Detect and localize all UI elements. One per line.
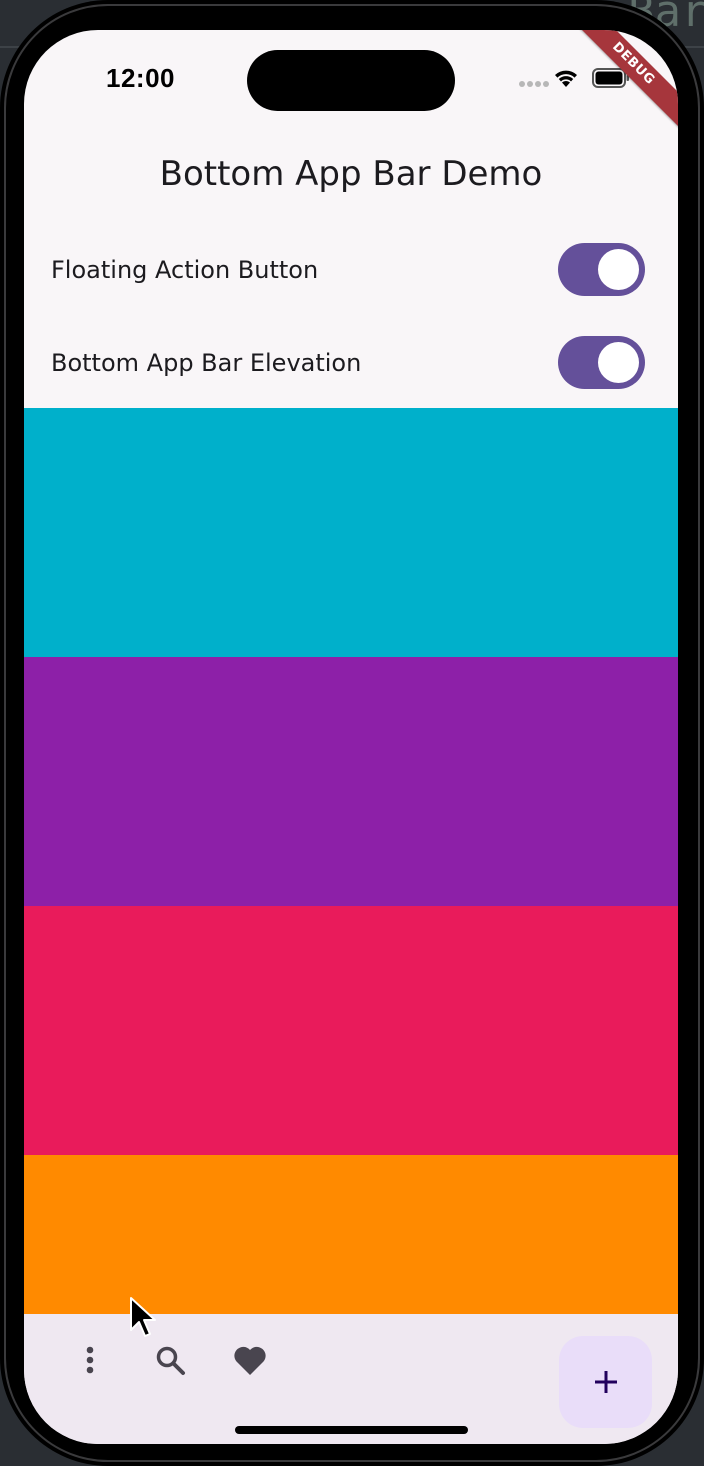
toggle-knob xyxy=(598,342,639,383)
add-icon xyxy=(594,1371,617,1393)
color-block-cyan xyxy=(24,408,678,657)
setting-row-fab[interactable]: Floating Action Button xyxy=(51,242,645,298)
favorite-icon[interactable] xyxy=(228,1338,272,1382)
setting-label-elevation: Bottom App Bar Elevation xyxy=(51,349,362,377)
cellular-signal-icon xyxy=(519,81,549,87)
bottom-app-bar xyxy=(24,1314,678,1444)
color-block-pink xyxy=(24,906,678,1155)
phone-screen: 12:00 DEBUG Bottom App Bar Demo Floating… xyxy=(24,30,678,1444)
setting-row-elevation[interactable]: Bottom App Bar Elevation xyxy=(51,335,645,391)
home-indicator[interactable] xyxy=(235,1426,468,1434)
status-time: 12:00 xyxy=(106,63,175,93)
setting-label-fab: Floating Action Button xyxy=(51,256,319,284)
color-block-orange xyxy=(24,1155,678,1314)
dynamic-island xyxy=(247,50,455,111)
add-fab-button[interactable] xyxy=(559,1336,652,1428)
elevation-toggle[interactable] xyxy=(558,336,645,389)
toggle-knob xyxy=(598,249,639,290)
wifi-icon xyxy=(555,70,577,87)
fab-toggle[interactable] xyxy=(558,243,645,296)
phone-frame: 12:00 DEBUG Bottom App Bar Demo Floating… xyxy=(0,0,704,1466)
color-block-purple xyxy=(24,657,678,906)
page-title: Bottom App Bar Demo xyxy=(159,154,543,194)
more-vert-icon[interactable] xyxy=(68,1338,112,1382)
color-list[interactable] xyxy=(24,408,678,1314)
search-icon[interactable] xyxy=(148,1338,192,1382)
mouse-cursor-icon xyxy=(130,1297,156,1337)
